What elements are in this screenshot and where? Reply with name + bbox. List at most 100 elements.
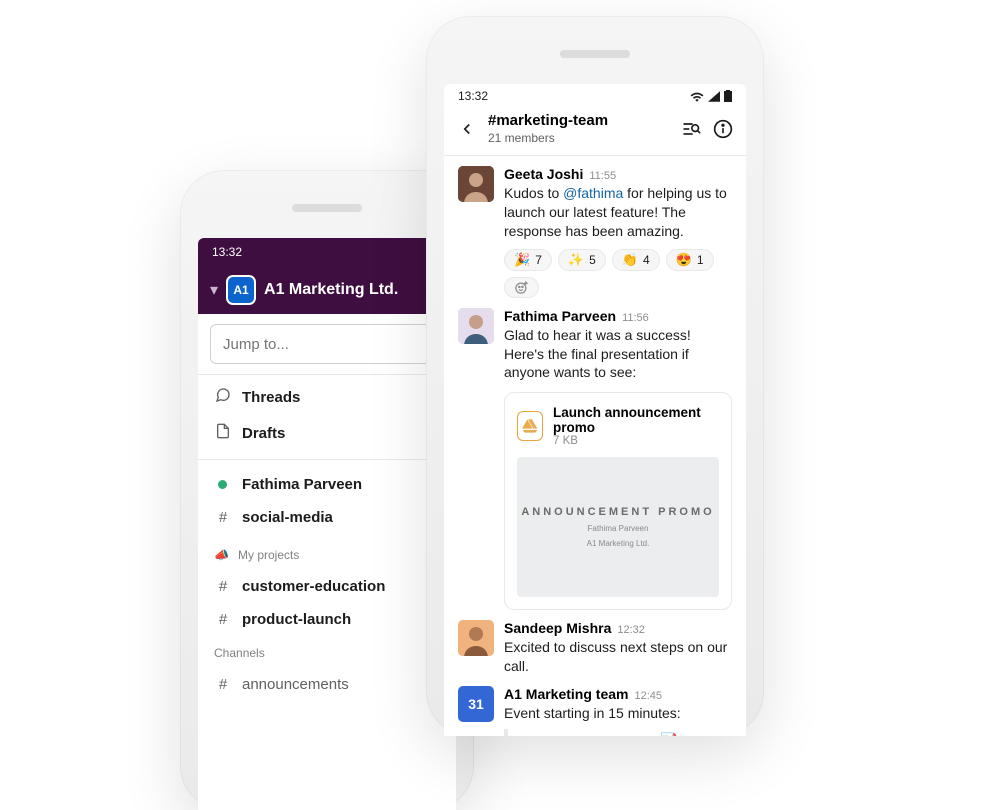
phone-screen-right: 13:32 #marketing-team 21 members — [444, 84, 746, 736]
add-reaction-button[interactable] — [504, 277, 539, 298]
message-text: Kudos to @fathima for helping us to laun… — [504, 184, 732, 241]
group-my-projects[interactable]: 📣 My projects — [198, 538, 456, 570]
workspace-header[interactable]: ▾ A1 A1 Marketing Ltd. — [198, 266, 456, 314]
reaction-emoji: 🎉 — [514, 252, 530, 268]
hash-icon: # — [214, 509, 232, 526]
info-button[interactable] — [712, 118, 734, 140]
message[interactable]: Sandeep Mishra 12:32 Excited to discuss … — [444, 610, 746, 676]
channel-item[interactable]: # product-launch — [198, 603, 456, 636]
nav-starred: Fathima Parveen # social-media — [198, 464, 456, 538]
message-author[interactable]: Geeta Joshi — [504, 166, 583, 182]
message-time: 11:55 — [589, 170, 616, 182]
channel-label: social-media — [242, 509, 333, 526]
message-time: 12:45 — [634, 690, 662, 702]
avatar[interactable] — [458, 166, 494, 202]
message-time: 11:56 — [622, 312, 649, 324]
status-bar: 13:32 — [444, 84, 746, 108]
dm-item[interactable]: Fathima Parveen — [198, 468, 456, 501]
mention-link[interactable]: @fathima — [563, 185, 623, 201]
jump-to-input[interactable] — [210, 324, 444, 364]
workspace-name: A1 Marketing Ltd. — [264, 281, 398, 299]
channel-item[interactable]: # customer-education — [198, 570, 456, 603]
avatar[interactable] — [458, 620, 494, 656]
preview-title: ANNOUNCEMENT PROMO — [521, 506, 714, 518]
reaction-chip[interactable]: 😍 1 — [666, 249, 714, 271]
phone-speaker — [292, 204, 362, 212]
dm-user-name: Fathima Parveen — [242, 476, 362, 493]
presence-icon — [214, 476, 232, 493]
nav-primary: Threads Drafts — [198, 375, 456, 455]
nav-drafts[interactable]: Drafts — [198, 415, 456, 451]
phone-device-right: 13:32 #marketing-team 21 members — [426, 16, 764, 736]
channel-name-text: marketing-team — [496, 112, 608, 129]
back-button[interactable] — [456, 118, 478, 140]
reaction-emoji: 👏 — [622, 252, 638, 268]
phone-screen-left: 13:32 ▾ A1 A1 Marketing Ltd. Threads Dra… — [198, 238, 456, 810]
filter-search-button[interactable] — [680, 118, 702, 140]
group-label: My projects — [238, 548, 299, 562]
file-meta: 7 KB — [553, 435, 719, 447]
message-author[interactable]: Sandeep Mishra — [504, 620, 611, 636]
group-channels[interactable]: Channels — [198, 636, 456, 668]
channel-title-block[interactable]: #marketing-team 21 members — [488, 112, 670, 145]
avatar[interactable] — [458, 308, 494, 344]
expand-icon: ▾ — [210, 280, 218, 300]
hash-icon: # — [214, 611, 232, 628]
calendar-day-number: 31 — [468, 696, 484, 712]
reaction-count: 7 — [535, 253, 542, 267]
reaction-count: 1 — [697, 253, 704, 267]
phone-speaker — [560, 50, 630, 58]
message-time: 12:32 — [617, 624, 645, 636]
drafts-icon — [214, 423, 232, 443]
reaction-count: 5 — [589, 253, 596, 267]
message-list[interactable]: Geeta Joshi 11:55 Kudos to @fathima for … — [444, 156, 746, 736]
battery-icon — [724, 90, 732, 102]
reaction-chip[interactable]: 👏 4 — [612, 249, 660, 271]
message[interactable]: Geeta Joshi 11:55 Kudos to @fathima for … — [444, 156, 746, 298]
google-drive-icon — [517, 411, 543, 441]
divider — [198, 459, 456, 460]
event-emoji-icon: 📝 — [660, 732, 677, 736]
status-bar: 13:32 — [198, 238, 456, 266]
reaction-emoji: ✨ — [568, 252, 584, 268]
status-time: 13:32 — [458, 89, 488, 103]
text-fragment: Kudos to — [504, 185, 563, 201]
channel-name: #marketing-team — [488, 112, 670, 129]
wifi-icon — [690, 91, 704, 102]
status-icons — [690, 90, 732, 102]
message-text: Excited to discuss next steps on our cal… — [504, 638, 732, 676]
channel-label: product-launch — [242, 611, 351, 628]
message-author[interactable]: Fathima Parveen — [504, 308, 616, 324]
reactions-row: 🎉 7 ✨ 5 👏 4 😍 1 — [504, 249, 732, 298]
calendar-app-icon: 31 — [458, 686, 494, 722]
event-card[interactable]: Team status meeting 📝 Today from 13:00 t… — [504, 729, 732, 736]
file-attachment[interactable]: Launch announcement promo 7 KB ANNOUNCEM… — [504, 392, 732, 610]
group-icon: 📣 — [214, 548, 228, 562]
nav-threads-label: Threads — [242, 389, 300, 406]
signal-icon — [708, 91, 720, 102]
app-message[interactable]: 31 A1 Marketing team 12:45 Event startin… — [444, 676, 746, 736]
threads-icon — [214, 387, 232, 407]
event-lead: Event starting in 15 minutes: — [504, 704, 732, 723]
hash-icon: # — [214, 676, 232, 693]
reaction-emoji: 😍 — [676, 252, 692, 268]
preview-line: A1 Marketing Ltd. — [587, 539, 650, 548]
file-preview[interactable]: ANNOUNCEMENT PROMO Fathima Parveen A1 Ma… — [517, 457, 719, 597]
group-label: Channels — [214, 646, 265, 660]
workspace-logo: A1 — [228, 277, 254, 303]
channel-item[interactable]: # announcements — [198, 668, 456, 701]
reaction-chip[interactable]: 🎉 7 — [504, 249, 552, 271]
channel-subtitle: 21 members — [488, 131, 670, 145]
app-name[interactable]: A1 Marketing team — [504, 686, 628, 702]
channel-label: customer-education — [242, 578, 385, 595]
nav-threads[interactable]: Threads — [198, 379, 456, 415]
channel-item[interactable]: # social-media — [198, 501, 456, 534]
message[interactable]: Fathima Parveen 11:56 Glad to hear it wa… — [444, 298, 746, 611]
message-text: Glad to hear it was a success! Here's th… — [504, 326, 732, 383]
status-time: 13:32 — [212, 245, 242, 259]
nav-drafts-label: Drafts — [242, 425, 285, 442]
event-title: Team status meeting — [518, 733, 656, 736]
file-title: Launch announcement promo — [553, 405, 719, 435]
preview-line: Fathima Parveen — [588, 524, 649, 533]
reaction-chip[interactable]: ✨ 5 — [558, 249, 606, 271]
